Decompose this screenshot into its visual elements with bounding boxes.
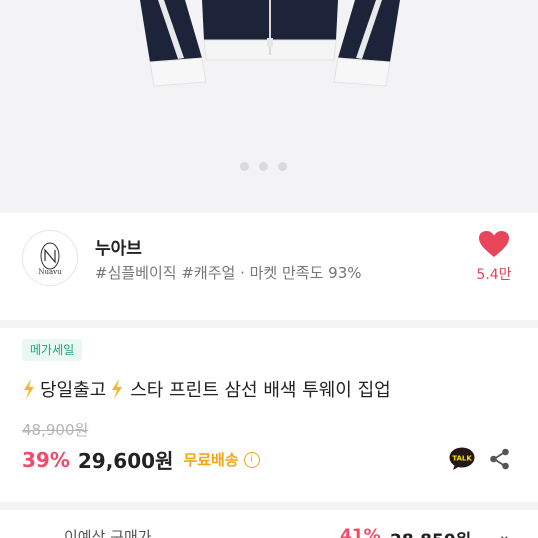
carousel-dot[interactable] [278, 162, 287, 171]
section-divider [0, 502, 538, 510]
discount-rate: 39% [22, 447, 70, 472]
price-row: 39% 29,600원 무료배송 i [22, 445, 260, 474]
like-button[interactable]: 5.4만 [472, 230, 516, 284]
info-icon[interactable]: i [243, 451, 260, 468]
expected-discount: 41% [340, 526, 381, 538]
sale-badge: 메가세일 [22, 339, 83, 361]
free-shipping-label: 무료배송 [183, 451, 239, 469]
shop-logo-mark-icon [40, 242, 60, 269]
product-image-carousel[interactable] [0, 0, 538, 205]
original-price: 48,900원 [22, 421, 89, 439]
product-title-tag: 당일출고 [40, 380, 107, 401]
carousel-dots[interactable] [240, 162, 287, 171]
heart-icon [479, 231, 509, 257]
carousel-dot[interactable] [240, 162, 249, 171]
expected-price: 28,850원 [390, 526, 471, 538]
shop-logo[interactable]: Nuavu [22, 230, 78, 286]
chevron-down-icon[interactable]: ⌄ [498, 526, 511, 538]
shop-name[interactable]: 누아브 [95, 234, 142, 259]
product-title-text: 스타 프린트 삼선 배색 투웨이 집업 [130, 380, 391, 401]
section-divider [0, 320, 538, 328]
svg-text:TALK: TALK [452, 455, 472, 463]
shop-info-row[interactable]: Nuavu 누아브 #심플베이직 #캐주얼 · 마켓 만족도 93% 5.4만 [0, 220, 538, 312]
kakaotalk-icon[interactable]: TALK [449, 447, 475, 471]
product-image [140, 0, 400, 87]
expected-price-label: 이예상 구매가 [64, 528, 152, 538]
sale-price: 29,600원 [77, 449, 174, 473]
share-icon[interactable] [489, 448, 511, 470]
product-title: 당일출고 스타 프린트 삼선 배색 투웨이 집업 [22, 376, 391, 402]
expected-price-row[interactable]: 이예상 구매가 41% 28,850원 ⌄ [0, 522, 538, 538]
carousel-dot[interactable] [259, 162, 268, 171]
shop-tags: #심플베이직 #캐주얼 · 마켓 만족도 93% [95, 264, 362, 282]
lightning-icon [24, 379, 34, 399]
lightning-icon [112, 379, 123, 399]
section-divider [0, 205, 538, 213]
shop-logo-text: Nuavu [38, 267, 62, 276]
like-count: 5.4만 [476, 267, 512, 283]
